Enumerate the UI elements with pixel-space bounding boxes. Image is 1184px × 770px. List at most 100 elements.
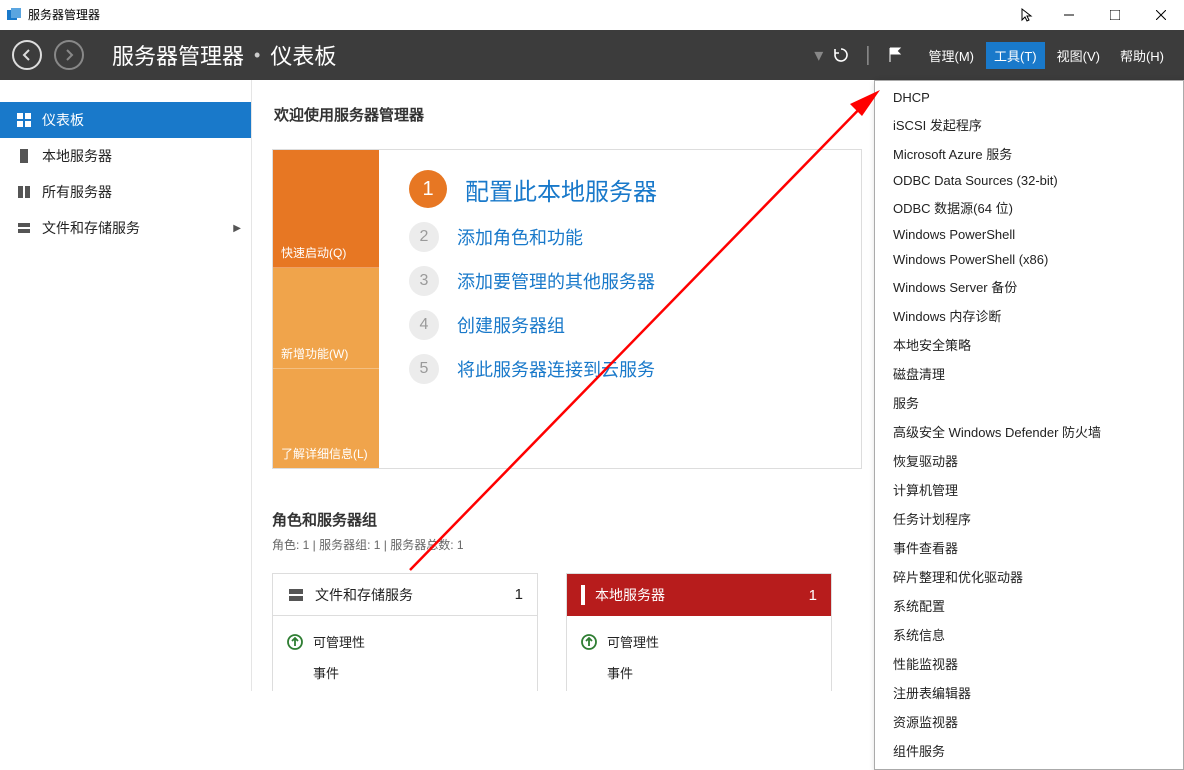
tools-menu-item[interactable]: Windows PowerShell (x86) xyxy=(875,247,1183,272)
tools-menu-item[interactable]: ODBC 数据源(64 位) xyxy=(875,193,1183,222)
tile-title: 文件和存储服务 xyxy=(315,585,413,605)
arrow-up-circle-icon xyxy=(287,634,303,650)
sidebar-item-label: 所有服务器 xyxy=(42,182,112,202)
cursor-icon xyxy=(1020,7,1036,23)
tools-menu-item[interactable]: 组件服务 xyxy=(875,736,1183,765)
tools-menu-item[interactable]: Windows 内存诊断 xyxy=(875,301,1183,330)
tile-row-label: 事件 xyxy=(607,663,633,682)
menu-help[interactable]: 帮助(H) xyxy=(1112,42,1172,69)
sidebar: 仪表板 本地服务器 所有服务器 文件和存储服务 ▶ xyxy=(0,80,252,691)
menu-tools[interactable]: 工具(T) xyxy=(986,42,1045,69)
app-icon xyxy=(6,7,22,23)
tools-menu-item[interactable]: 计算机管理 xyxy=(875,475,1183,504)
tools-menu-item[interactable]: 资源监视器 xyxy=(875,707,1183,736)
header-bar: 服务器管理器 • 仪表板 ▾ | 管理(M) 工具(T) 视图(V) 帮助(H) xyxy=(0,30,1184,80)
tools-menu-item[interactable]: DHCP xyxy=(875,85,1183,110)
tile-row-events[interactable]: 事件 xyxy=(581,657,817,688)
storage-icon xyxy=(16,220,32,236)
tools-menu-item[interactable]: 事件查看器 xyxy=(875,533,1183,562)
step-number: 1 xyxy=(409,170,447,208)
step-connect-cloud[interactable]: 5 将此服务器连接到云服务 xyxy=(409,354,851,384)
step-label: 创建服务器组 xyxy=(457,312,565,338)
tools-menu-item[interactable]: 注册表编辑器 xyxy=(875,678,1183,707)
step-configure-local[interactable]: 1 配置此本地服务器 xyxy=(409,170,851,208)
welcome-steps: 1 配置此本地服务器 2 添加角色和功能 3 添加要管理的其他服务器 4 创建服… xyxy=(379,150,861,468)
breadcrumb: 服务器管理器 • 仪表板 xyxy=(112,39,336,71)
tools-menu-item[interactable]: 系统信息 xyxy=(875,620,1183,649)
tile-header: 本地服务器 1 xyxy=(567,574,831,616)
menu-manage[interactable]: 管理(M) xyxy=(921,42,983,69)
sidebar-item-file-storage[interactable]: 文件和存储服务 ▶ xyxy=(0,210,251,246)
sidebar-item-label: 仪表板 xyxy=(42,110,84,130)
separator: | xyxy=(865,44,870,67)
sidebar-item-local-server[interactable]: 本地服务器 xyxy=(0,138,251,174)
welcome-left-nav: 快速启动(Q) 新增功能(W) 了解详细信息(L) xyxy=(273,150,379,468)
flag-icon[interactable] xyxy=(879,39,911,71)
learn-more-tab[interactable]: 了解详细信息(L) xyxy=(273,369,379,469)
tile-local-server[interactable]: 本地服务器 1 可管理性 事件 xyxy=(566,573,832,691)
tools-menu-item[interactable]: 本地安全策略 xyxy=(875,330,1183,359)
step-number: 5 xyxy=(409,354,439,384)
window-title: 服务器管理器 xyxy=(28,6,100,23)
step-label: 添加角色和功能 xyxy=(457,224,583,250)
step-label: 将此服务器连接到云服务 xyxy=(457,356,655,382)
step-label: 配置此本地服务器 xyxy=(465,172,657,207)
header-menus: 管理(M) 工具(T) 视图(V) 帮助(H) xyxy=(921,42,1173,69)
tools-menu-item[interactable]: Windows Server 备份 xyxy=(875,272,1183,301)
server-icon xyxy=(16,148,32,164)
step-label: 添加要管理的其他服务器 xyxy=(457,268,655,294)
breadcrumb-root[interactable]: 服务器管理器 xyxy=(112,39,244,71)
menu-view[interactable]: 视图(V) xyxy=(1049,42,1108,69)
sidebar-item-dashboard[interactable]: 仪表板 xyxy=(0,102,251,138)
breadcrumb-page[interactable]: 仪表板 xyxy=(270,39,336,71)
tile-header: 文件和存储服务 1 xyxy=(273,574,537,616)
tools-menu-item[interactable]: 高级安全 Windows Defender 防火墙 xyxy=(875,417,1183,446)
step-add-servers[interactable]: 3 添加要管理的其他服务器 xyxy=(409,266,851,296)
tile-row-label: 事件 xyxy=(313,663,339,682)
server-icon xyxy=(581,585,585,605)
close-button[interactable] xyxy=(1138,0,1184,30)
tools-menu-item[interactable]: 性能监视器 xyxy=(875,649,1183,678)
step-add-roles[interactable]: 2 添加角色和功能 xyxy=(409,222,851,252)
tile-row-manageability[interactable]: 可管理性 xyxy=(287,626,523,657)
refresh-button[interactable] xyxy=(825,39,857,71)
tile-file-storage[interactable]: 文件和存储服务 1 可管理性 事件 xyxy=(272,573,538,691)
tile-count: 1 xyxy=(515,586,523,603)
sidebar-item-label: 本地服务器 xyxy=(42,146,112,166)
nav-back-button[interactable] xyxy=(12,40,42,70)
maximize-button[interactable] xyxy=(1092,0,1138,30)
arrow-up-circle-icon xyxy=(581,634,597,650)
titlebar: 服务器管理器 xyxy=(0,0,1184,30)
tools-menu-item[interactable]: 系统配置 xyxy=(875,591,1183,620)
tile-row-manageability[interactable]: 可管理性 xyxy=(581,626,817,657)
sidebar-item-label: 文件和存储服务 xyxy=(42,218,140,238)
sidebar-item-all-servers[interactable]: 所有服务器 xyxy=(0,174,251,210)
dashboard-icon xyxy=(16,112,32,128)
tools-menu-item[interactable]: iSCSI 发起程序 xyxy=(875,110,1183,139)
tools-menu-item[interactable]: 磁盘清理 xyxy=(875,359,1183,388)
tools-menu-item[interactable]: Windows PowerShell xyxy=(875,222,1183,247)
tile-row-events[interactable]: 事件 xyxy=(287,657,523,688)
quick-start-tab[interactable]: 快速启动(Q) xyxy=(273,150,379,268)
dropdown-caret-icon[interactable]: ▾ xyxy=(814,45,823,66)
tools-menu-item[interactable]: 恢复驱动器 xyxy=(875,446,1183,475)
tools-menu-item[interactable]: 任务计划程序 xyxy=(875,504,1183,533)
tile-row-label: 可管理性 xyxy=(607,632,659,651)
tile-title: 本地服务器 xyxy=(595,585,665,605)
tools-dropdown: DHCPiSCSI 发起程序Microsoft Azure 服务ODBC Dat… xyxy=(874,80,1184,770)
chevron-right-icon: ▶ xyxy=(233,223,241,234)
step-create-group[interactable]: 4 创建服务器组 xyxy=(409,310,851,340)
nav-forward-button[interactable] xyxy=(54,40,84,70)
tools-menu-item[interactable]: 碎片整理和优化驱动器 xyxy=(875,562,1183,591)
tools-menu-item[interactable]: Microsoft Azure 服务 xyxy=(875,139,1183,168)
tools-menu-item[interactable]: ODBC Data Sources (32-bit) xyxy=(875,168,1183,193)
step-number: 2 xyxy=(409,222,439,252)
step-number: 3 xyxy=(409,266,439,296)
breadcrumb-separator-icon: • xyxy=(254,45,260,66)
step-number: 4 xyxy=(409,310,439,340)
whats-new-tab[interactable]: 新增功能(W) xyxy=(273,268,379,369)
minimize-button[interactable] xyxy=(1046,0,1092,30)
tools-menu-item[interactable]: 服务 xyxy=(875,388,1183,417)
welcome-panel: 快速启动(Q) 新增功能(W) 了解详细信息(L) 1 配置此本地服务器 2 添… xyxy=(272,149,862,469)
tile-row-label: 可管理性 xyxy=(313,632,365,651)
